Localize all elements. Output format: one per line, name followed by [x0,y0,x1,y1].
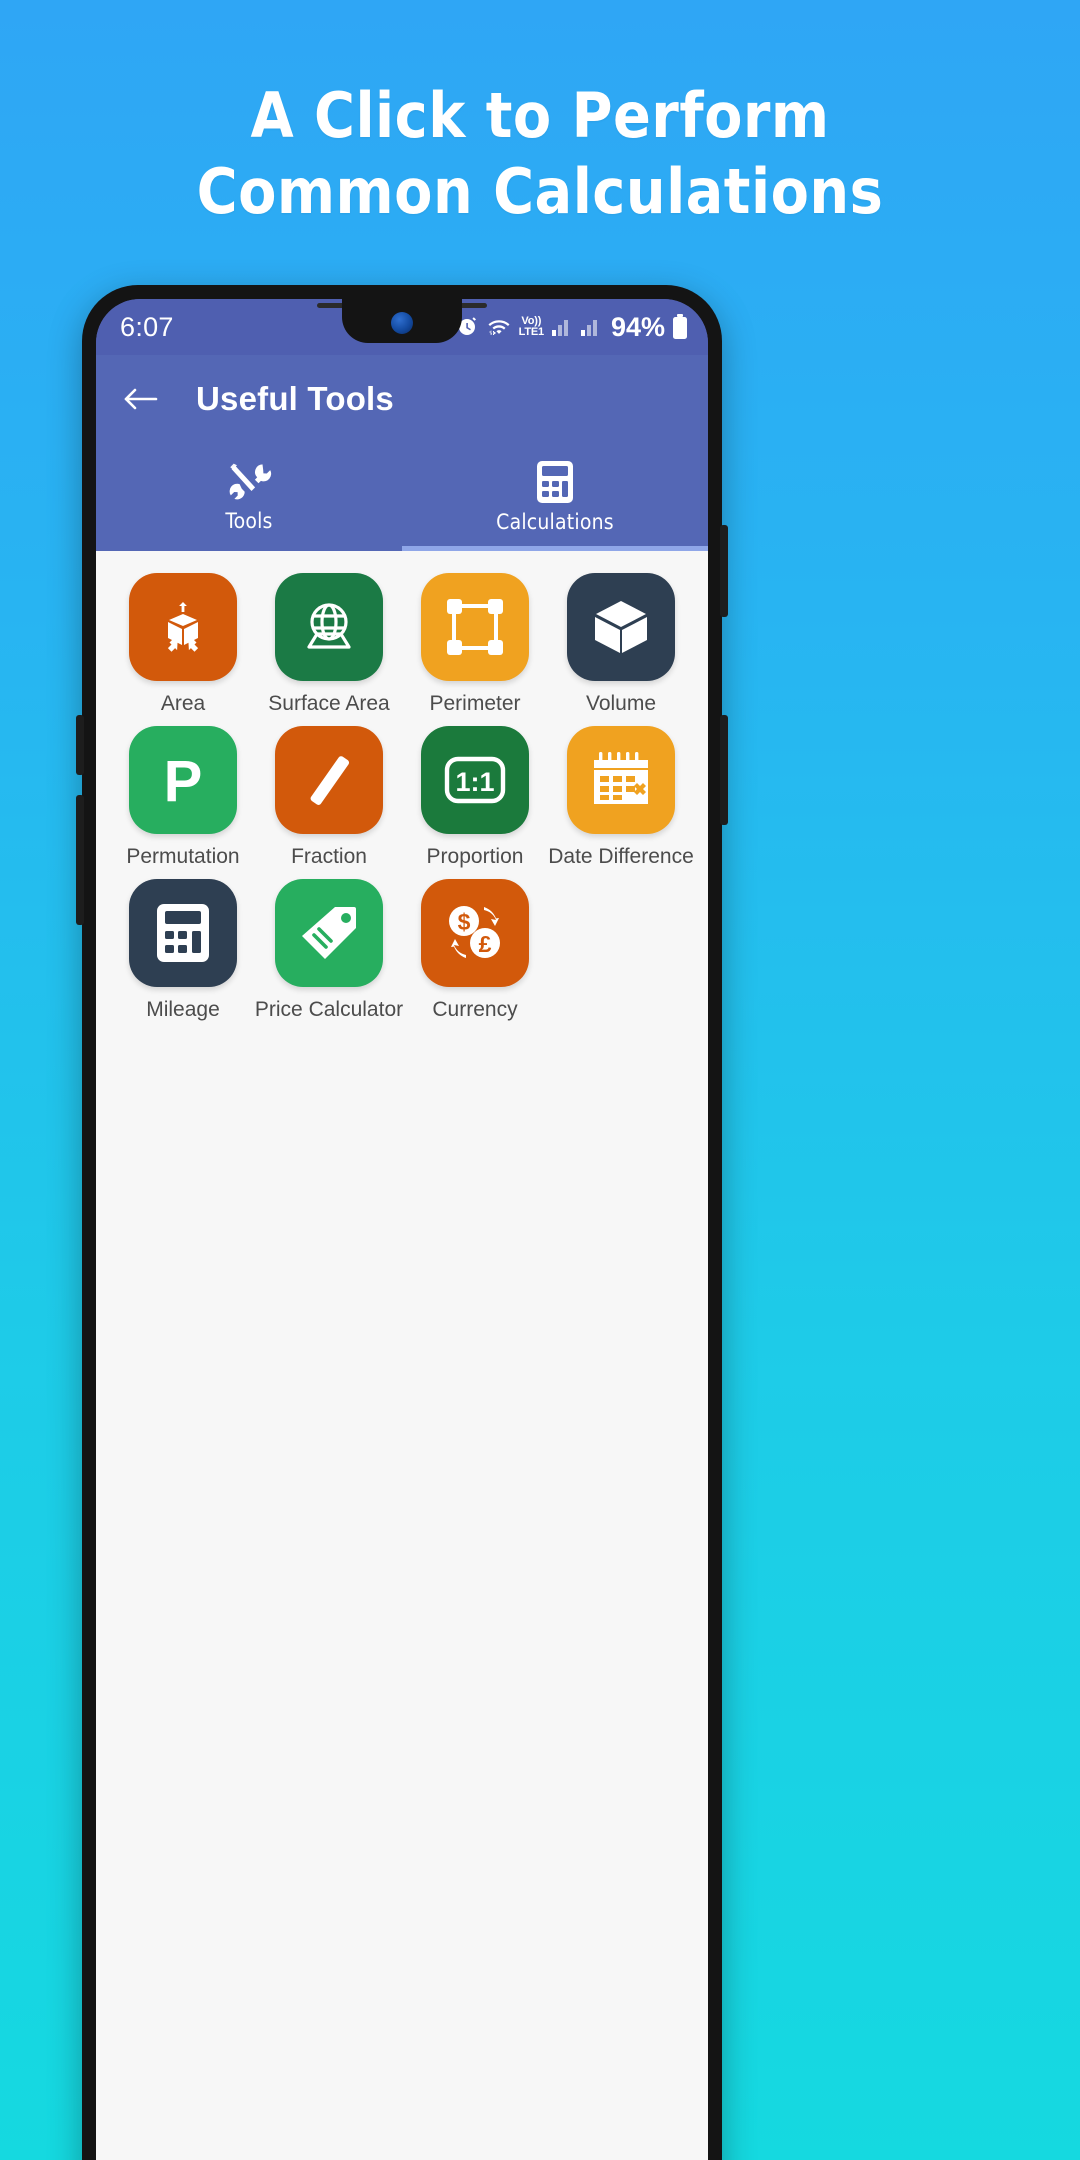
grid-item-date-difference[interactable]: Date Difference [548,726,694,869]
signal-sim2-icon [580,316,602,338]
status-bar-icons: Vo)) LTE1 94% [455,312,688,343]
grid-item-perimeter[interactable]: Perimeter [402,573,548,716]
grid-item-label: Price Calculator [254,998,404,1021]
grid-item-label: Currency [432,998,518,1021]
proportion-tile[interactable]: 1:1 [421,726,529,834]
fraction-tile[interactable] [275,726,383,834]
status-bar-clock: 6:07 [120,311,174,342]
promo-screenshot: A Click to Perform Common Calculations 6… [0,0,1080,2160]
volume-up-button[interactable] [76,715,84,775]
svg-text:£: £ [479,931,492,957]
power-button[interactable] [720,525,728,617]
volume-tile[interactable] [567,573,675,681]
grid-item-label: Surface Area [268,692,390,715]
grid-item-label: Area [160,692,206,715]
grid-item-fraction[interactable]: Fraction [256,726,402,869]
tools-icon [226,461,272,503]
tool-grid-panel: Area Surface Area Perimeter Volume P Per… [96,551,708,2160]
area-cube-arrows-icon [167,602,199,652]
volte-label-bottom: LTE1 [518,326,544,338]
svg-text:P: P [164,749,203,811]
grid-item-label: Date Difference [548,845,694,868]
grid-item-proportion[interactable]: 1:1 Proportion [402,726,548,869]
perimeter-square-icon [447,599,503,655]
grid-item-label: Permutation [126,845,240,868]
grid-item-area[interactable]: Area [110,573,256,716]
tab-calculations[interactable]: Calculations [402,443,708,551]
grid-item-permutation[interactable]: P Permutation [110,726,256,869]
svg-text:$: $ [458,909,471,935]
ratio-one-to-one-icon: 1:1 [444,756,506,804]
calculator-icon [535,460,575,504]
surface-area-tile[interactable] [275,573,383,681]
front-camera-icon [391,312,413,334]
calculator-icon [157,904,209,962]
tab-bar: Tools Calculations [96,443,708,551]
tab-tools[interactable]: Tools [96,443,402,551]
back-arrow-icon[interactable] [122,384,160,414]
price-tag-icon [302,907,356,959]
letter-p-icon: P [164,749,203,811]
grid-item-currency[interactable]: $ £ Currency [402,879,548,1022]
grid-item-volume[interactable]: Volume [548,573,694,716]
tab-tools-label: Tools [225,509,273,533]
tab-calculations-label: Calculations [496,510,614,534]
perimeter-tile[interactable] [421,573,529,681]
promo-headline: A Click to Perform Common Calculations [0,78,1080,230]
grid-item-price-calculator[interactable]: Price Calculator [254,879,404,1022]
grid-item-label: Perimeter [429,692,521,715]
page-title: Useful Tools [196,380,394,417]
phone-mockup: 6:07 Vo)) LTE1 94% Useful Tools Tools Ca… [76,285,728,2160]
side-button[interactable] [720,715,728,825]
grid-item-surface-area[interactable]: Surface Area [256,573,402,716]
svg-text:1:1: 1:1 [455,767,494,797]
grid-item-label: Fraction [291,845,367,868]
currency-exchange-icon: $ £ [449,906,500,958]
area-tile[interactable] [129,573,237,681]
mileage-tile[interactable] [129,879,237,987]
app-bar: Useful Tools [96,355,708,443]
battery-icon [672,314,688,340]
promo-headline-line-2: Common Calculations [196,155,884,228]
price-calculator-tile[interactable] [275,879,383,987]
phone-screen: 6:07 Vo)) LTE1 94% Useful Tools Tools Ca… [96,299,708,2160]
display-notch [342,299,462,343]
slash-icon [310,756,350,805]
calendar-x-icon [594,752,648,804]
date-difference-tile[interactable] [567,726,675,834]
wifi-icon [486,315,512,339]
grid-item-label: Proportion [426,845,524,868]
volume-cube-icon [595,601,647,653]
currency-tile[interactable]: $ £ [421,879,529,987]
grid-item-mileage[interactable]: Mileage [110,879,256,1022]
grid-item-label: Mileage [146,998,220,1021]
signal-sim1-icon [551,316,573,338]
volume-down-button[interactable] [76,795,84,925]
tab-active-indicator [402,546,708,551]
volte-icon: Vo)) LTE1 [519,316,544,338]
globe-surface-icon [307,603,351,649]
permutation-tile[interactable]: P [129,726,237,834]
tool-grid: Area Surface Area Perimeter Volume P Per… [110,573,694,1032]
battery-percent-label: 94% [610,311,665,342]
grid-item-label: Volume [585,692,657,715]
promo-headline-line-1: A Click to Perform [250,79,830,152]
